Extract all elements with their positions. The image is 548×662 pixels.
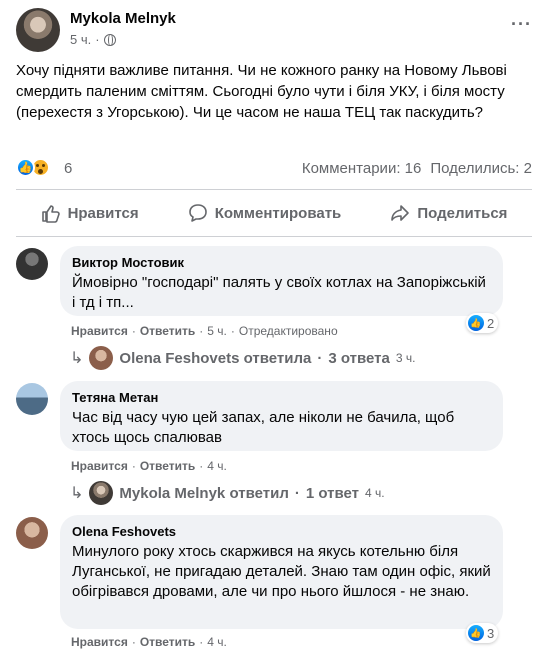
- reply-time: 3 ч.: [395, 351, 416, 365]
- comment-author[interactable]: Тетяна Метан: [72, 389, 491, 406]
- comment-time[interactable]: 5 ч.: [207, 324, 227, 338]
- replier-avatar: [89, 346, 114, 370]
- comment-actions: Нравится · Ответить · 4 ч.: [71, 459, 227, 473]
- share-button[interactable]: Поделиться: [390, 195, 507, 231]
- speech-bubble-icon: [188, 204, 207, 222]
- comment-text: Ймовірно "господарі" палять у своїх котл…: [72, 274, 486, 311]
- post-stats: Комментарии: 16 Поделились: 2: [302, 160, 532, 177]
- comment-actions: Нравится · Ответить · 5 ч. · Отредактиро…: [71, 324, 338, 338]
- comment-reply-link[interactable]: Ответить: [140, 324, 195, 338]
- comment-reactions-badge[interactable]: 👍 2: [466, 313, 499, 333]
- reactions-count[interactable]: 6: [64, 160, 72, 177]
- replier-name: Olena Feshovets ответила: [119, 349, 312, 367]
- separator: ·: [294, 484, 300, 502]
- share-arrow-icon: [391, 205, 410, 221]
- reactions-bar: 👍 6 Комментарии: 16 Поделились: 2: [16, 156, 532, 180]
- comment-reaction-count: 2: [487, 315, 495, 331]
- comment-author[interactable]: Olena Feshovets: [72, 523, 491, 540]
- comment-like-link[interactable]: Нравится: [71, 459, 128, 473]
- like-reaction-icon: 👍: [468, 315, 484, 331]
- like-label: Нравится: [67, 204, 139, 222]
- shares-count-link[interactable]: Поделились: 2: [430, 160, 532, 177]
- post-time[interactable]: 5 ч.: [70, 32, 91, 47]
- replier-name: Mykola Melnyk ответил: [119, 484, 289, 502]
- share-label: Поделиться: [417, 204, 508, 222]
- commenter-avatar[interactable]: [16, 517, 48, 549]
- comment-bubble: Виктор Мостовик Ймовірно "господарі" пал…: [60, 246, 503, 316]
- comment-button[interactable]: Комментировать: [188, 195, 342, 231]
- post-actions: Нравится Комментировать Поделиться: [16, 195, 532, 231]
- post-text: Хочу підняти важливе питання. Чи не кожн…: [16, 62, 507, 121]
- reply-arrow-icon: ↳: [70, 485, 84, 502]
- comment-reply-link[interactable]: Ответить: [140, 459, 195, 473]
- separator: ·: [317, 349, 323, 367]
- comment-like-link[interactable]: Нравится: [71, 324, 128, 338]
- reply-arrow-icon: ↳: [70, 350, 84, 367]
- view-replies-link[interactable]: ↳ Olena Feshovets ответила · 3 ответа 3 …: [70, 346, 415, 370]
- separator: ·: [131, 459, 136, 473]
- divider: [16, 236, 532, 237]
- separator: ·: [131, 324, 136, 338]
- commenter-avatar[interactable]: [16, 383, 48, 415]
- reply-time: 4 ч.: [365, 486, 385, 500]
- comment-text: Минулого року хтось скаржився на якусь к…: [72, 543, 491, 600]
- globe-icon[interactable]: [103, 33, 116, 46]
- author-name[interactable]: Mykola Melnyk: [70, 10, 176, 27]
- commenter-avatar[interactable]: [16, 248, 48, 280]
- comments-count-link[interactable]: Комментарии: 16: [302, 160, 422, 177]
- separator: ·: [230, 324, 235, 338]
- comment-like-link[interactable]: Нравится: [71, 635, 128, 649]
- separator: ·: [131, 635, 136, 649]
- comment-reactions-badge[interactable]: 👍 3: [466, 623, 499, 643]
- more-options-icon[interactable]: ···: [511, 14, 532, 35]
- divider: [16, 189, 532, 190]
- meta-separator: ·: [95, 32, 100, 47]
- post-meta: 5 ч. ·: [70, 32, 116, 47]
- comment-bubble: Olena Feshovets Минулого року хтось скар…: [60, 515, 503, 629]
- reaction-icons[interactable]: 👍: [16, 158, 50, 177]
- like-reaction-icon: 👍: [468, 625, 484, 641]
- separator: ·: [199, 635, 204, 649]
- comment-edited: Отредактировано: [238, 324, 338, 338]
- thumbs-up-icon: [41, 205, 60, 223]
- separator: ·: [199, 459, 204, 473]
- comment-actions: Нравится · Ответить · 4 ч.: [71, 635, 227, 649]
- like-reaction-icon: 👍: [16, 158, 35, 177]
- comment-text: Час від часу чую цей запах, але ніколи н…: [72, 409, 455, 446]
- separator: ·: [199, 324, 204, 338]
- comment-time[interactable]: 4 ч.: [207, 635, 227, 649]
- comment-author[interactable]: Виктор Мостовик: [72, 254, 491, 271]
- comment-time[interactable]: 4 ч.: [207, 459, 227, 473]
- view-replies-link[interactable]: ↳ Mykola Melnyk ответил · 1 ответ 4 ч.: [70, 481, 385, 505]
- author-avatar[interactable]: [16, 8, 60, 52]
- like-button[interactable]: Нравится: [41, 195, 139, 231]
- replier-avatar: [89, 481, 114, 505]
- comment-bubble: Тетяна Метан Час від часу чую цей запах,…: [60, 381, 503, 451]
- comment-reaction-count: 3: [487, 625, 495, 641]
- replies-count: 3 ответа: [328, 349, 390, 367]
- post-header: Mykola Melnyk 5 ч. · ···: [16, 8, 532, 52]
- comment-label: Комментировать: [214, 204, 342, 222]
- comment-reply-link[interactable]: Ответить: [140, 635, 195, 649]
- replies-count: 1 ответ: [305, 484, 360, 502]
